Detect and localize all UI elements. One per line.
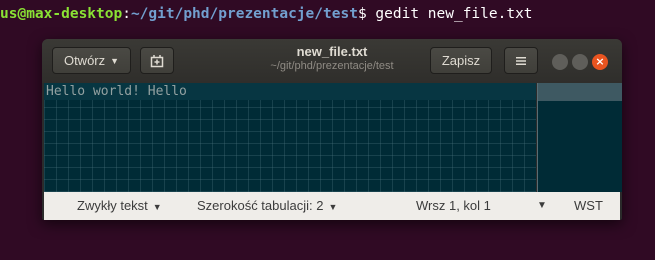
status-bar: Zwykły tekst ▼ Szerokość tabulacji: 2 ▼ Wr… [44,192,620,220]
window-title: new_file.txt ~/git/phd/prezentacje/test [242,44,422,72]
new-document-button[interactable] [140,47,174,74]
document-minimap[interactable] [537,83,622,192]
close-button[interactable]: × [592,54,608,70]
language-label: Zwykły tekst [77,198,148,213]
cursor-position[interactable]: Wrsz 1, kol 1 [416,198,491,213]
tab-width-selector[interactable]: Szerokość tabulacji: 2 ▼ [197,198,337,213]
editor-content[interactable]: Hello world! Hello [46,83,187,100]
terminal-command: $ gedit new_file.txt [357,6,533,22]
chevron-down-icon[interactable]: ▼ [537,200,547,211]
menu-button[interactable] [504,47,538,74]
save-button[interactable]: Zapisz [430,47,492,74]
chevron-down-icon: ▼ [110,55,120,66]
new-tab-icon [150,54,164,67]
terminal-command-line: us@max-desktop:~/git/phd/prezentacje/tes… [0,4,533,24]
close-icon: × [595,55,605,68]
save-button-label: Zapisz [441,53,481,68]
text-editor-area[interactable]: Hello world! Hello [44,83,536,192]
insert-mode-label: WST [574,198,603,213]
tab-width-label: Szerokość tabulacji: 2 [197,198,324,213]
chevron-down-icon: ▼ [152,202,162,212]
cursor-position-label: Wrsz 1, kol 1 [416,198,491,213]
maximize-button[interactable] [572,54,588,70]
open-button[interactable]: Otwórz ▼ [52,47,131,74]
chevron-down-icon: ▼ [328,202,338,212]
minimize-button[interactable] [552,54,568,70]
document-path: ~/git/phd/prezentacje/test [270,60,394,72]
document-title: new_file.txt [296,44,368,59]
hamburger-menu-icon [516,56,526,65]
insert-mode-indicator[interactable]: WST [574,198,603,213]
language-selector[interactable]: Zwykły tekst ▼ [77,198,162,213]
header-bar: Otwórz ▼ new_file.txt ~/git/phd/prezenta… [42,39,622,83]
terminal-separator: : [122,6,131,22]
minimap-viewport[interactable] [538,83,622,101]
terminal-path: ~/git/phd/prezentacje/test [130,6,358,22]
open-button-label: Otwórz [63,53,106,68]
gedit-window: Otwórz ▼ new_file.txt ~/git/phd/prezenta… [42,39,622,220]
terminal-user-host: us@max-desktop [0,6,123,22]
